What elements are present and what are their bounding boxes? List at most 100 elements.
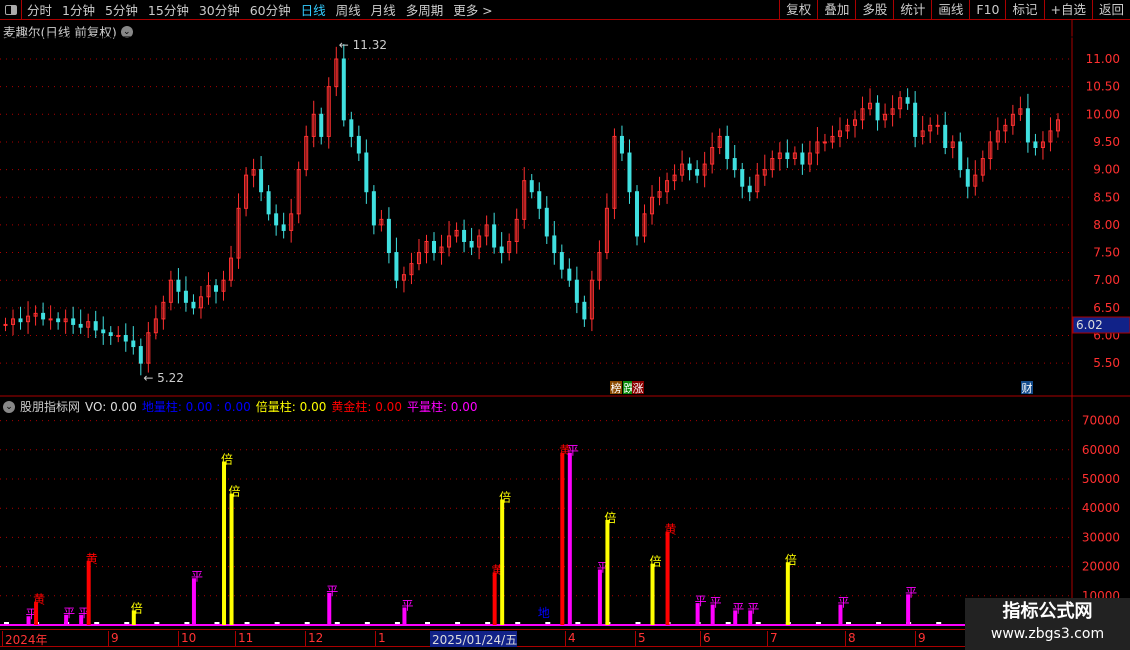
price-tick: 8.50 [1093, 190, 1120, 204]
volume-tick-mark [334, 622, 340, 624]
volume-tick-mark [124, 622, 130, 624]
candle-body [266, 191, 271, 215]
volume-tick-mark [304, 622, 310, 624]
candle-body [800, 152, 805, 165]
volume-tick: 30000 [1082, 530, 1120, 544]
chevron-down-icon[interactable]: ⌄ [3, 400, 15, 413]
candle-body [101, 329, 106, 334]
candle-body [319, 113, 324, 137]
candle-body [78, 323, 83, 328]
watermark: 指标公式网 www.zbgs3.com [965, 598, 1130, 650]
date-label: 12 [305, 631, 323, 647]
date-label: 8 [845, 631, 856, 647]
candle-body [627, 152, 632, 193]
volume-label-ping: 平 [326, 584, 338, 598]
volume-tick-mark [394, 622, 400, 624]
candle-body [18, 318, 23, 323]
event-tag: 涨 [633, 382, 644, 395]
volume-tick-mark [845, 622, 851, 624]
price-tick: 10.00 [1086, 107, 1120, 121]
candle-body [71, 318, 76, 325]
candle-body [386, 218, 391, 254]
volume-tick-mark [936, 622, 942, 624]
volume-tick-mark [244, 622, 250, 624]
huang-value: 黄金柱: 0.00 [331, 400, 402, 414]
price-tick: 9.50 [1093, 135, 1120, 149]
bei-value: 倍量柱: 0.00 [255, 400, 327, 414]
date-label: 1 [375, 631, 386, 647]
date-label: 6 [700, 631, 711, 647]
candle-body [935, 124, 940, 127]
volume-bar-bei [500, 499, 505, 625]
candle-body [567, 268, 572, 281]
date-label: 9 [108, 631, 119, 647]
volume-bar-huang [492, 572, 497, 625]
ping-value: 平量柱: 0.00 [406, 400, 478, 414]
candle-body [619, 135, 624, 154]
candle-body [905, 97, 910, 104]
candle-body [732, 158, 737, 171]
candle-body [875, 102, 880, 121]
event-tag: 财 [1022, 381, 1033, 395]
volume-bar-huang [86, 560, 91, 625]
candle-body [499, 246, 504, 254]
candle-body [958, 141, 963, 171]
volume-label-bei: 倍 [499, 489, 511, 504]
volume-label-ping: 平 [837, 596, 849, 610]
candle-body [529, 180, 534, 193]
volume-label-ping: 平 [695, 594, 707, 608]
volume-tick-mark [545, 622, 551, 624]
date-label: 4 [565, 631, 576, 647]
current-price: 6.02 [1076, 318, 1103, 332]
volume-label-huang: 黄 [86, 552, 98, 566]
price-tick: 7.00 [1093, 273, 1120, 287]
volume-label-ping: 平 [732, 601, 744, 615]
candle-body [341, 58, 346, 121]
volume-bar-ping [567, 452, 572, 625]
candle-body [259, 169, 264, 193]
volume-label-ping: 平 [567, 444, 579, 458]
volume-tick-mark [575, 622, 581, 624]
volume-label-ping: 平 [747, 601, 759, 615]
candle-body [559, 252, 564, 270]
date-label: 5 [635, 631, 646, 647]
candle-body [943, 124, 948, 148]
candle-body [695, 169, 700, 176]
candle-body [56, 318, 61, 323]
indicator-name: 股朋指标网 [20, 400, 81, 414]
price-tick: 10.50 [1086, 80, 1120, 94]
volume-bar-bei [605, 519, 610, 625]
candle-body [394, 252, 399, 281]
volume-label-bei: 倍 [229, 484, 241, 499]
volume-tick-mark [214, 622, 220, 624]
date-label: 9 [915, 631, 926, 647]
volume-tick-mark [154, 622, 160, 624]
event-tag: 榜 [611, 381, 622, 395]
volume-tick-mark [364, 622, 370, 624]
volume-bar-bei [229, 493, 234, 625]
candle-body [41, 312, 46, 320]
candle-body [1025, 108, 1030, 143]
date-axis: 2024年 9 10 11 12 1 2025/01/24/五 4 5 6 7 8 9 [0, 629, 1070, 647]
candle-body [176, 279, 181, 292]
candle-body [131, 340, 136, 348]
price-tick: 8.00 [1093, 218, 1120, 232]
candle-body [123, 335, 128, 342]
volume-bar-bei [785, 562, 790, 625]
candle-body [1033, 141, 1038, 148]
volume-tick-mark [485, 622, 491, 624]
vo-value: VO: 0.00 [85, 399, 137, 414]
candle-body [364, 152, 369, 193]
volume-tick-mark [635, 622, 641, 624]
volume-label-bei: 倍 [785, 552, 797, 567]
volume-label-ping: 平 [710, 596, 722, 610]
volume-tick: 20000 [1082, 560, 1120, 574]
kline-chart[interactable]: 11.00 10.50 10.00 9.50 9.00 8.50 8.00 7.50 7.00 6… [0, 0, 1130, 650]
candle-body [183, 290, 188, 303]
date-label: 11 [235, 631, 253, 647]
candle-body [785, 152, 790, 160]
volume-tick-mark [725, 622, 731, 624]
volume-label-ping: 平 [63, 606, 75, 620]
candle-body [634, 191, 639, 237]
candle-body [469, 240, 474, 248]
